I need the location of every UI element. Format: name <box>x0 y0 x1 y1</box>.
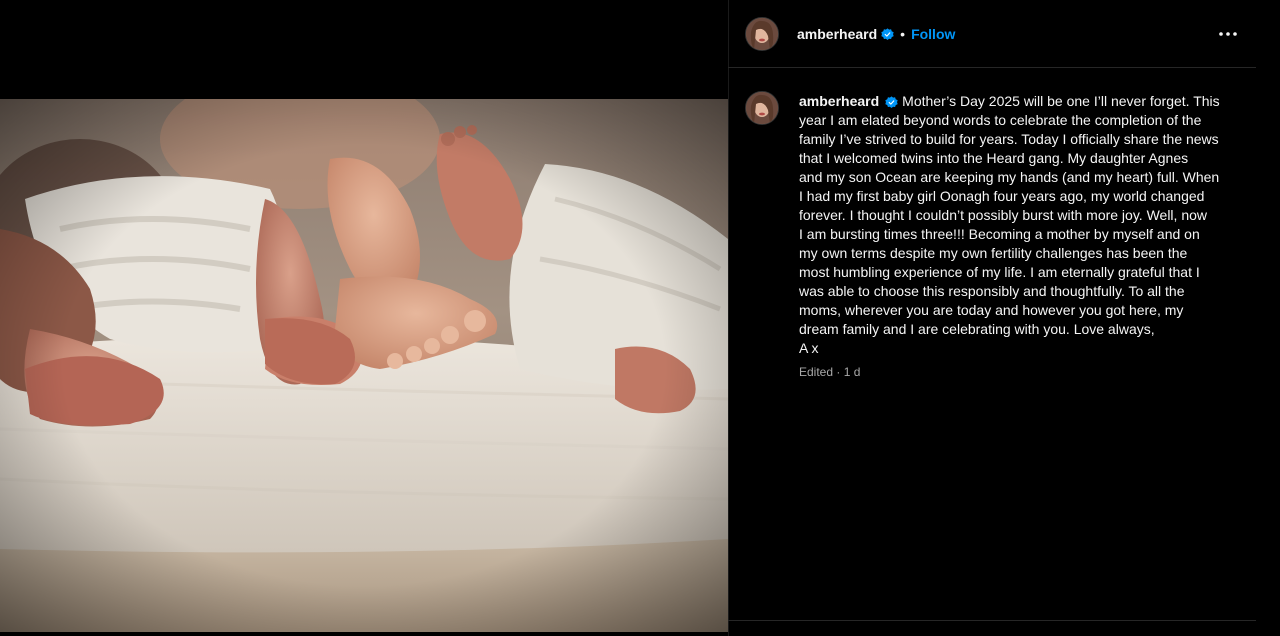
avatar-image <box>746 92 778 124</box>
post-header: amberheard • Follow <box>728 0 1256 68</box>
caption-line: year I am elated beyond words to celebra… <box>799 112 1202 128</box>
caption-line: dream family and I are celebrating with … <box>799 321 1155 337</box>
caption-line: and my son Ocean are keeping my hands (a… <box>799 169 1220 185</box>
caption-line: I am bursting times three!!! Becoming a … <box>799 226 1200 242</box>
caption-line: I had my first baby girl Oonagh four yea… <box>799 188 1205 204</box>
caption-line: Mother’s Day 2025 will be one I’ll never… <box>902 93 1220 109</box>
post-side-panel: amberheard • Follow amberheard Mother’s … <box>728 0 1280 636</box>
caption-line: forever. I thought I couldn’t possibly b… <box>799 207 1208 223</box>
panel-footer-divider <box>728 620 1256 621</box>
more-options-icon[interactable] <box>1216 26 1240 42</box>
avatar-image <box>746 18 778 50</box>
caption-line: that I welcomed twins into the Heard gan… <box>799 150 1189 166</box>
verified-badge-icon <box>885 95 898 108</box>
header-user-row: amberheard • Follow <box>797 25 955 43</box>
verified-badge-icon <box>881 27 894 41</box>
follow-button[interactable]: Follow <box>911 25 955 43</box>
caption-line: most humbling experience of my life. I a… <box>799 264 1200 280</box>
baby-feet-photo <box>0 99 728 632</box>
caption-signoff: A x <box>799 340 819 356</box>
post-caption: amberheard Mother’s Day 2025 will be one … <box>799 92 1239 358</box>
caption-line: family I’ve strived to build for years. … <box>799 131 1219 147</box>
panel-divider <box>728 0 729 636</box>
edited-timestamp: Edited · 1 d <box>799 365 861 379</box>
caption-username[interactable]: amberheard <box>799 93 879 109</box>
caption-avatar[interactable] <box>745 91 779 125</box>
caption-line: moms, wherever you are today and however… <box>799 302 1184 318</box>
post-media <box>0 0 728 636</box>
username-link[interactable]: amberheard <box>797 25 877 43</box>
post-photo[interactable] <box>0 99 728 632</box>
caption-line: my own terms despite my own fertility ch… <box>799 245 1188 261</box>
caption-line: was able to choose this responsibly and … <box>799 283 1185 299</box>
instagram-post: amberheard • Follow amberheard Mother’s … <box>0 0 1280 636</box>
avatar[interactable] <box>745 17 779 51</box>
separator-dot: • <box>900 26 906 42</box>
